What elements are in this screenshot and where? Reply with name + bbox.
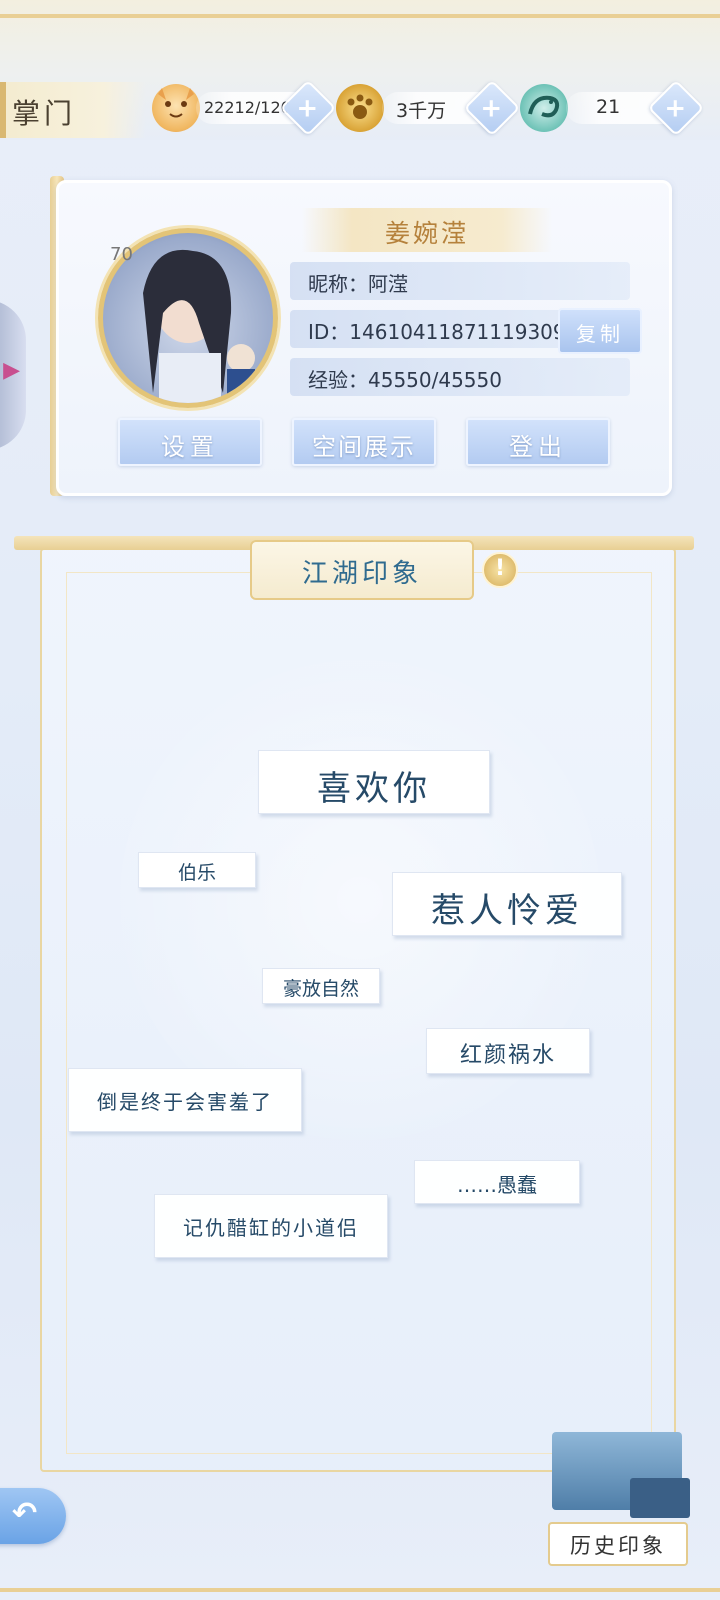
level-badge: 70 (110, 244, 133, 265)
id-text: ID：146104118711193099 (308, 320, 579, 344)
history-impressions-button[interactable]: 历史印象 (540, 1420, 700, 1570)
impression-tag[interactable]: 红颜祸水 (426, 1028, 590, 1074)
logout-button[interactable]: 登出 (466, 418, 610, 466)
info-icon[interactable]: ! (482, 552, 518, 588)
impression-tag[interactable]: 喜欢你 (258, 750, 490, 814)
paw-coin-icon (336, 84, 384, 132)
nickname-text: 昵称：阿滢 (308, 272, 408, 296)
bottom-divider (0, 1588, 720, 1592)
copy-id-button[interactable]: 复制 (558, 308, 642, 354)
name-banner: 姜婉滢 (302, 208, 552, 252)
top-divider (0, 14, 720, 18)
cat-icon (152, 84, 200, 132)
impression-tag[interactable]: 豪放自然 (262, 968, 380, 1004)
exp-text: 经验：45550/45550 (308, 368, 502, 392)
page-title-tab: 掌门 (0, 82, 146, 138)
impressions-title-plaque: 江湖印象 (250, 540, 474, 600)
impression-tag[interactable]: 惹人怜爱 (392, 872, 622, 936)
nickname-row: 昵称：阿滢 (290, 262, 630, 300)
back-button[interactable]: ↶ (0, 1488, 66, 1544)
history-label-plate: 历史印象 (548, 1522, 688, 1566)
side-menu-toggle[interactable]: ▶ (0, 300, 26, 450)
player-name: 姜婉滢 (384, 219, 469, 248)
back-arrow-icon: ↶ (12, 1496, 38, 1531)
settings-button[interactable]: 设置 (118, 418, 262, 466)
impression-tag[interactable]: 倒是终于会害羞了 (68, 1068, 302, 1132)
impression-tag[interactable]: 记仇醋缸的小道侣 (154, 1194, 388, 1258)
jade-dragon-icon (520, 84, 568, 132)
resource-stamina: 22212/120 + (196, 79, 337, 137)
jade-value: 21 (596, 96, 621, 118)
space-showcase-button[interactable]: 空间展示 (292, 418, 436, 466)
impression-tag[interactable]: 伯乐 (138, 852, 256, 888)
chevron-right-icon: ▶ (3, 358, 20, 383)
impression-tag[interactable]: ……愚蠢 (414, 1160, 580, 1204)
page-title: 掌门 (12, 97, 77, 130)
coins-value: 3千万 (396, 100, 447, 122)
exp-row: 经验：45550/45550 (290, 358, 630, 396)
books-stack (630, 1478, 690, 1518)
resource-coins: 3千万 + (382, 79, 521, 137)
resource-jade: 21 + (566, 79, 705, 137)
stamina-value: 22212/120 (204, 98, 291, 117)
impressions-title: 江湖印象 (301, 559, 422, 589)
